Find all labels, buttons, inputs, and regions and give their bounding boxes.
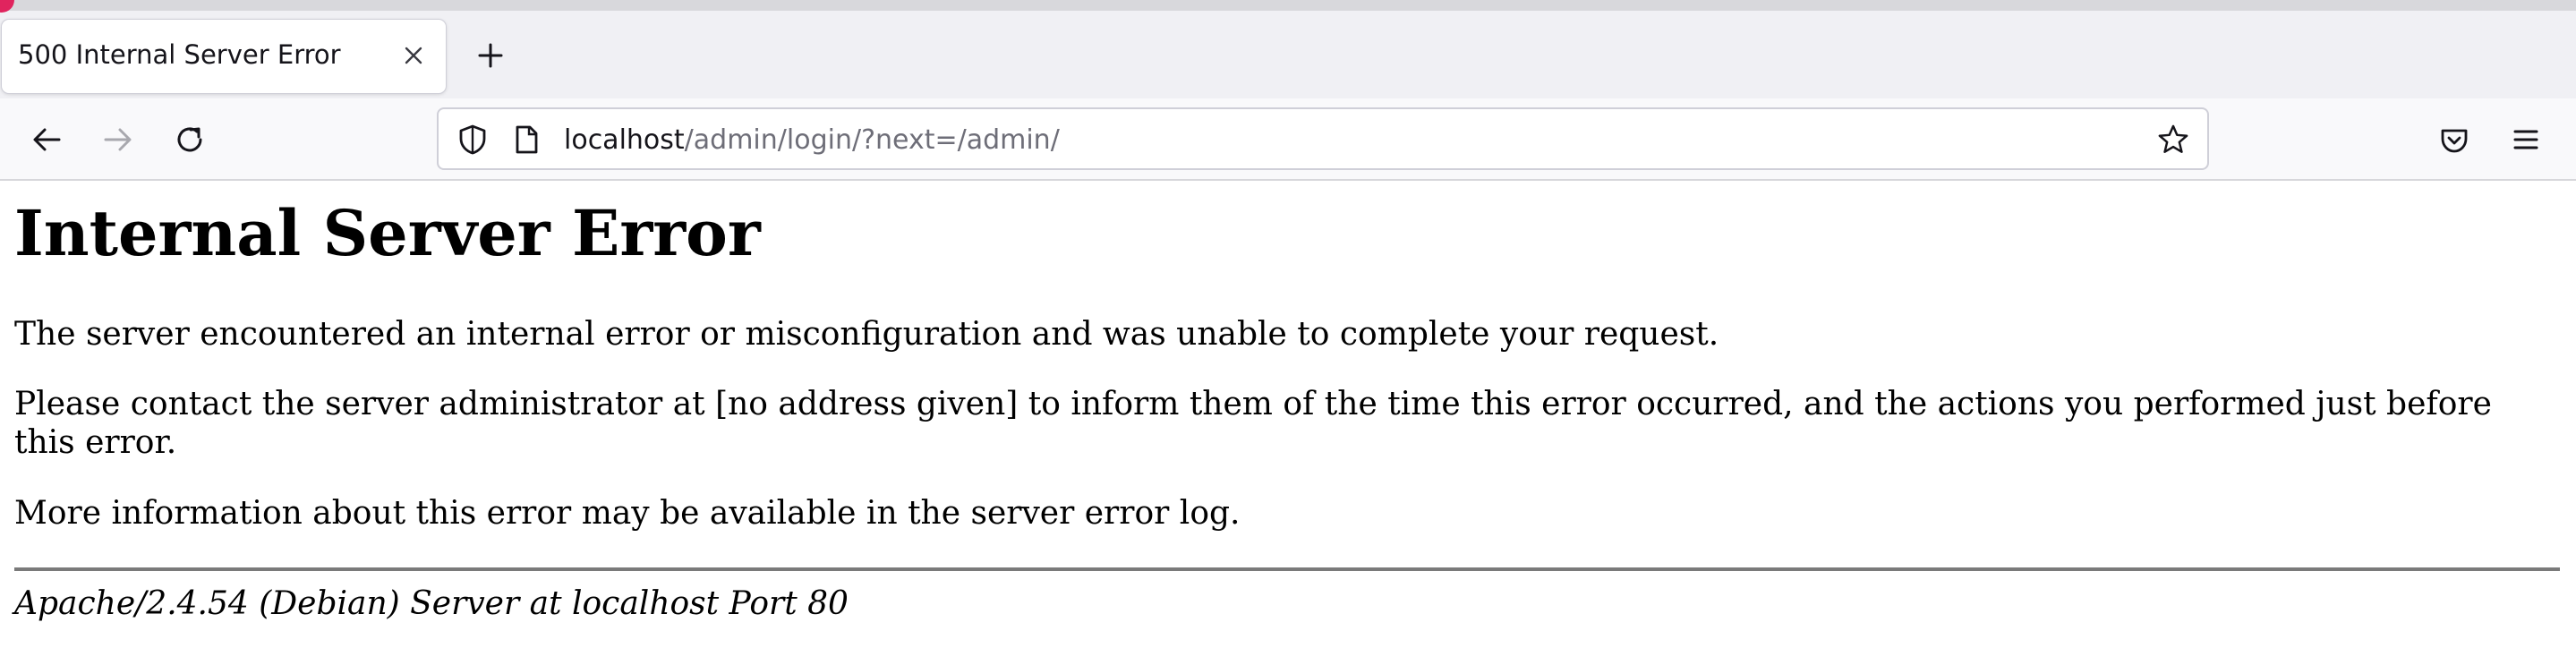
url-text[interactable]: localhost/admin/login/?next=/admin/: [564, 124, 1060, 156]
plus-icon: [478, 43, 503, 68]
error-description: The server encountered an internal error…: [14, 316, 1719, 353]
tab-active[interactable]: 500 Internal Server Error: [2, 20, 446, 93]
pocket-icon: [2441, 129, 2468, 153]
new-tab-button[interactable]: [469, 34, 512, 77]
tab-strip: 500 Internal Server Error: [0, 0, 2576, 98]
error-log-text: More information about this error may be…: [14, 495, 1241, 532]
arrow-right-icon: [104, 128, 132, 151]
reload-icon: [177, 127, 202, 152]
star-icon[interactable]: [2157, 124, 2189, 156]
menu-button[interactable]: [2504, 118, 2547, 161]
pocket-button[interactable]: [2433, 118, 2476, 161]
hamburger-menu-icon: [2513, 130, 2538, 149]
shield-icon[interactable]: [456, 124, 489, 156]
close-icon[interactable]: [396, 38, 431, 73]
server-signature: Apache/2.4.54 (Debian) Server at localho…: [14, 585, 849, 622]
contact-admin-text: Please contact the server administrator …: [14, 386, 2492, 461]
tab-title: 500 Internal Server Error: [18, 39, 341, 70]
url-path: /admin/login/?next=/admin/: [684, 124, 1060, 156]
url-host: localhost: [564, 124, 685, 156]
forward-button[interactable]: [97, 118, 140, 161]
url-bar[interactable]: localhost/admin/login/?next=/admin/: [437, 107, 2209, 170]
page-content: Internal Server Error The server encount…: [0, 181, 2576, 648]
page-title: Internal Server Error: [14, 196, 761, 270]
horizontal-rule: [14, 567, 2560, 571]
back-button[interactable]: [25, 118, 68, 161]
reload-button[interactable]: [168, 118, 211, 161]
arrow-left-icon: [33, 128, 61, 151]
browser-window: 500 Internal Server Error localhost/admi…: [0, 0, 2576, 648]
title-bar: [0, 0, 2576, 11]
navigation-toolbar: localhost/admin/login/?next=/admin/: [0, 98, 2576, 181]
page-icon[interactable]: [510, 124, 542, 156]
